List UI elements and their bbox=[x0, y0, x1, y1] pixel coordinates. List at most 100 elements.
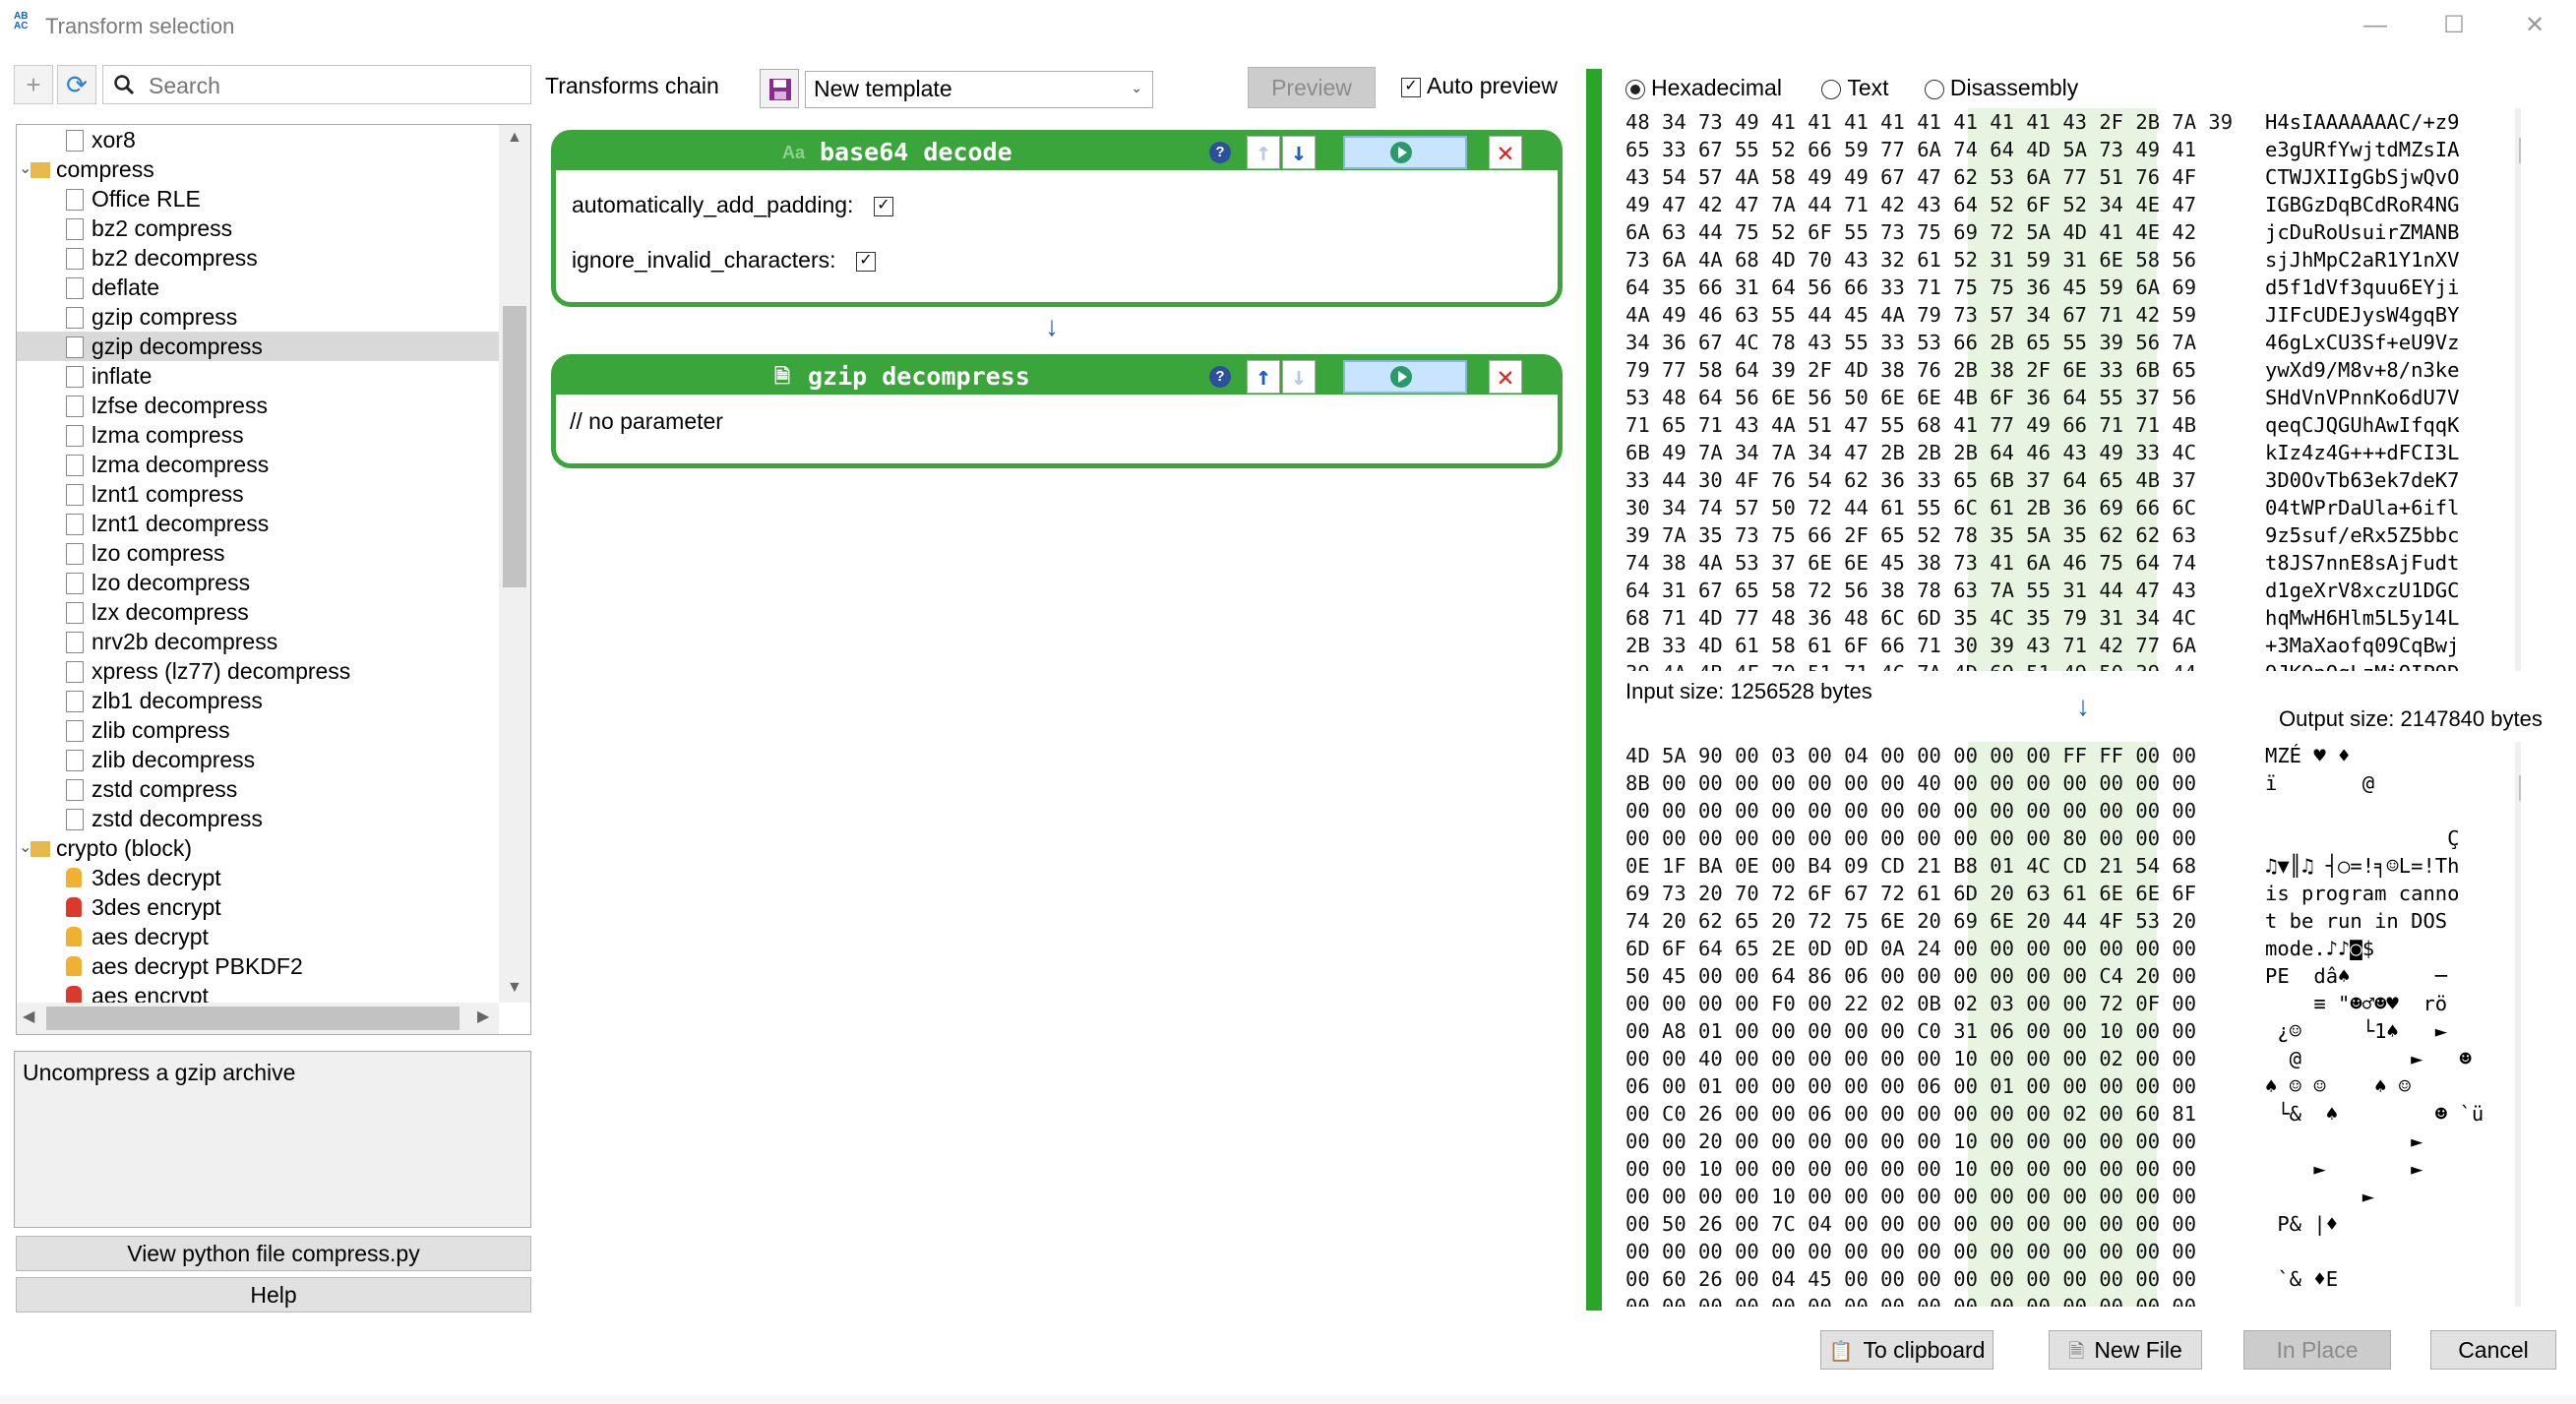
auto-padding-checkbox[interactable]: ✓ bbox=[873, 196, 893, 216]
template-value: New template bbox=[814, 76, 952, 101]
tree-item[interactable]: lzma compress bbox=[17, 420, 501, 450]
status-strip bbox=[0, 1395, 2576, 1404]
help-icon[interactable]: ? bbox=[1209, 142, 1231, 163]
tree-item[interactable]: lzfse decompress bbox=[17, 391, 501, 420]
folder-icon bbox=[31, 162, 50, 178]
tree-item-label: 3des encrypt bbox=[92, 894, 221, 920]
tree-item[interactable]: aes decrypt bbox=[17, 922, 501, 951]
add-transform-button[interactable]: + bbox=[14, 65, 53, 104]
tree-item[interactable]: 3des decrypt bbox=[17, 863, 501, 892]
tree-item[interactable]: gzip compress bbox=[17, 302, 501, 332]
tree-hscroll-thumb[interactable] bbox=[46, 1007, 460, 1030]
hex-radio[interactable]: Hexadecimal bbox=[1625, 75, 1782, 100]
move-up-button[interactable]: ↑ bbox=[1247, 136, 1280, 169]
minimize-icon[interactable]: — bbox=[2346, 6, 2405, 45]
tree-item[interactable]: lznt1 compress bbox=[17, 479, 501, 509]
ignore-invalid-checkbox[interactable]: ✓ bbox=[855, 251, 876, 272]
tree-item[interactable]: bz2 decompress bbox=[17, 243, 501, 273]
ascii-row: kIz4z4G+++dFCI3L bbox=[2265, 441, 2460, 464]
text-radio[interactable]: Text bbox=[1821, 75, 1889, 100]
auto-preview-checkbox[interactable]: ✓ Auto preview bbox=[1401, 73, 1558, 99]
tree-item[interactable]: lznt1 decompress bbox=[17, 509, 501, 538]
tree-item[interactable]: xpress (lz77) decompress bbox=[17, 656, 501, 686]
tree-item[interactable]: lzx decompress bbox=[17, 597, 501, 627]
tree-item[interactable]: zlb1 decompress bbox=[17, 686, 501, 715]
transform-tree[interactable]: xor8 ⌄ compress Office RLE bz2 compress bz2 d… bbox=[16, 124, 531, 1035]
tree-item[interactable]: deflate bbox=[17, 273, 501, 302]
run-button[interactable] bbox=[1343, 360, 1467, 394]
scroll-up-icon[interactable]: ▲ bbox=[507, 129, 522, 147]
remove-button[interactable]: ✕ bbox=[1489, 360, 1522, 394]
file-icon bbox=[66, 750, 84, 771]
ascii-row: @ ► ☻ bbox=[2265, 1047, 2472, 1070]
template-select[interactable]: New template ⌄ bbox=[805, 71, 1153, 108]
file-icon bbox=[66, 543, 84, 565]
close-icon[interactable]: ✕ bbox=[2505, 6, 2564, 45]
ascii-row: d5f1dVf3quu6EYji bbox=[2265, 275, 2460, 299]
scroll-down-icon[interactable]: ▼ bbox=[507, 979, 522, 997]
tree-item-label: aes decrypt PBKDF2 bbox=[92, 953, 303, 979]
tree-scroll-thumb[interactable] bbox=[503, 306, 526, 587]
transform-card-gzip: 🗎 gzip decompress ? ↑ ↓ ✕ // no paramete… bbox=[551, 354, 1563, 468]
tree-item[interactable]: 3des encrypt bbox=[17, 892, 501, 922]
tree-item[interactable]: ⌄ crypto (block) bbox=[17, 833, 501, 863]
tree-horizontal-scrollbar[interactable]: ◀ ▶ bbox=[17, 1003, 499, 1034]
output-scrollbar[interactable]: ⌃ ⌄ bbox=[2515, 742, 2521, 1307]
maximize-icon[interactable]: ☐ bbox=[2424, 6, 2484, 45]
view-python-button[interactable]: View python file compress.py bbox=[16, 1236, 531, 1271]
ascii-row: ï @ bbox=[2265, 771, 2375, 795]
refresh-button[interactable]: ⟳ bbox=[57, 65, 96, 104]
tree-item[interactable]: inflate bbox=[17, 361, 501, 391]
move-down-button[interactable]: ↓ bbox=[1282, 136, 1316, 169]
cancel-button[interactable]: Cancel bbox=[2430, 1330, 2556, 1370]
new-file-button[interactable]: 🗎 New File bbox=[2049, 1330, 2202, 1370]
output-scroll-thumb[interactable] bbox=[2519, 775, 2521, 801]
tree-item[interactable]: zlib decompress bbox=[17, 745, 501, 774]
move-down-button[interactable]: ↓ bbox=[1282, 360, 1316, 394]
transforms-chain-label: Transforms chain bbox=[545, 73, 719, 98]
tree-item[interactable]: xor8 bbox=[17, 125, 501, 154]
tree-item-label: 3des decrypt bbox=[92, 865, 221, 890]
input-size: Input size: 1256528 bytes bbox=[1625, 679, 1872, 703]
tree-item[interactable]: lzo compress bbox=[17, 538, 501, 568]
tree-item[interactable]: zstd decompress bbox=[17, 804, 501, 833]
ascii-row: └& ♠ ☻ `ü bbox=[2265, 1102, 2484, 1126]
remove-button[interactable]: ✕ bbox=[1489, 136, 1522, 169]
preview-button[interactable]: Preview bbox=[1248, 67, 1376, 108]
tree-item[interactable]: lzma decompress bbox=[17, 450, 501, 479]
tree-item[interactable]: Office RLE bbox=[17, 184, 501, 214]
move-up-button[interactable]: ↑ bbox=[1247, 360, 1280, 394]
scroll-left-icon[interactable]: ◀ bbox=[23, 1007, 34, 1026]
tree-item[interactable]: ⌄ compress bbox=[17, 154, 501, 184]
tree-item[interactable]: nrv2b decompress bbox=[17, 627, 501, 656]
output-hex-view[interactable]: 4D 5A 90 00 03 00 04 00 00 00 00 00 FF F… bbox=[1624, 742, 2521, 1307]
ascii-row: d1geXrV8xczU1DGC bbox=[2265, 579, 2460, 602]
tree-item-label: zstd decompress bbox=[92, 806, 263, 831]
ascii-row: IGBGzDqBCdRoR4NG bbox=[2265, 193, 2460, 216]
tree-item[interactable]: zlib compress bbox=[17, 715, 501, 745]
hex-row: 65 33 67 55 52 66 59 77 6A 74 64 4D 5A 7… bbox=[1625, 138, 2197, 161]
hex-row: 64 35 66 31 64 56 66 33 71 75 75 36 45 5… bbox=[1625, 275, 2197, 299]
to-clipboard-button[interactable]: 📋 To clipboard bbox=[1820, 1330, 1993, 1370]
scroll-right-icon[interactable]: ▶ bbox=[477, 1007, 489, 1026]
input-scroll-thumb[interactable] bbox=[2519, 138, 2521, 163]
search-box[interactable] bbox=[102, 65, 531, 104]
in-place-button[interactable]: In Place bbox=[2243, 1330, 2391, 1370]
panel-divider[interactable] bbox=[1586, 69, 1602, 1311]
tree-item[interactable]: lzo decompress bbox=[17, 568, 501, 597]
tree-vertical-scrollbar[interactable]: ▲ ▼ bbox=[499, 125, 530, 1003]
input-scrollbar[interactable]: ⌃ ⌄ bbox=[2515, 108, 2521, 671]
search-input[interactable] bbox=[147, 70, 524, 101]
tree-item[interactable]: gzip decompress bbox=[17, 332, 501, 361]
ascii-row: ► bbox=[2265, 1129, 2423, 1153]
help-icon[interactable]: ? bbox=[1209, 366, 1231, 388]
run-button[interactable] bbox=[1343, 136, 1467, 169]
tree-item-label: deflate bbox=[92, 275, 160, 300]
tree-item[interactable]: aes decrypt PBKDF2 bbox=[17, 951, 501, 981]
disassembly-radio[interactable]: Disassembly bbox=[1924, 75, 2078, 100]
help-button[interactable]: Help bbox=[16, 1277, 531, 1312]
tree-item[interactable]: zstd compress bbox=[17, 774, 501, 804]
tree-item[interactable]: bz2 compress bbox=[17, 214, 501, 243]
input-hex-view[interactable]: 48 34 73 49 41 41 41 41 41 41 41 41 43 2… bbox=[1624, 108, 2521, 671]
save-template-button[interactable] bbox=[760, 69, 799, 108]
